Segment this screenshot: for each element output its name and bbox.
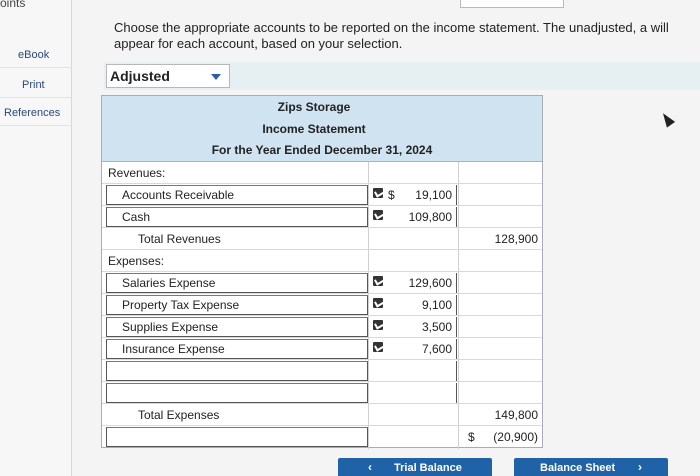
net-income-row[interactable]: $ (20,900) bbox=[102, 426, 542, 448]
dropdown-selected-value: Adjusted bbox=[110, 68, 170, 84]
total-expenses-amount: 149,800 bbox=[494, 408, 538, 422]
revenues-label: Revenues: bbox=[108, 166, 166, 180]
account-name: Supplies Expense bbox=[122, 320, 219, 334]
account-name: Insurance Expense bbox=[122, 342, 225, 356]
chevron-right-icon: › bbox=[638, 460, 642, 474]
check-icon bbox=[373, 276, 383, 286]
total-expenses-label: Total Expenses bbox=[138, 408, 220, 422]
sidebar: oints eBook Print References bbox=[0, 0, 72, 476]
account-name: Property Tax Expense bbox=[122, 298, 240, 312]
check-icon bbox=[373, 320, 383, 330]
total-revenues-amount: 128,900 bbox=[494, 232, 538, 246]
company-name: Zips Storage bbox=[277, 100, 351, 114]
net-amount: (20,900) bbox=[493, 430, 538, 444]
adjusted-dropdown[interactable]: Adjusted bbox=[106, 64, 230, 88]
total-expenses-row: Total Expenses 149,800 bbox=[102, 404, 542, 426]
table-row[interactable] bbox=[102, 360, 542, 382]
table-row[interactable]: Insurance Expense 7,600 bbox=[102, 338, 542, 360]
amount-cell: 3,500 bbox=[421, 320, 452, 334]
statement-title: Income Statement bbox=[262, 122, 366, 136]
sidebar-item-print[interactable]: Print bbox=[0, 72, 72, 98]
amount-cell: 7,600 bbox=[421, 342, 452, 356]
amount-cell: 19,100 bbox=[415, 188, 452, 202]
expenses-header-row: Expenses: bbox=[102, 250, 542, 272]
total-revenues-label: Total Revenues bbox=[138, 232, 221, 246]
account-name: Cash bbox=[122, 210, 151, 224]
amount-cell-box bbox=[383, 361, 457, 381]
total-revenues-row: Total Revenues 128,900 bbox=[102, 228, 542, 250]
amount-cell-box bbox=[383, 383, 457, 403]
amount-cell: 109,800 bbox=[408, 210, 452, 224]
check-icon bbox=[373, 298, 383, 308]
sidebar-item-references[interactable]: References bbox=[0, 100, 72, 126]
instructions-text: Choose the appropriate accounts to be re… bbox=[114, 20, 669, 51]
points-label: oints bbox=[0, 0, 26, 10]
revenues-header-row: Revenues: bbox=[102, 162, 542, 184]
table-row[interactable]: Supplies Expense 3,500 bbox=[102, 316, 542, 338]
trial-balance-button[interactable]: ‹ Trial Balance bbox=[338, 458, 492, 476]
top-tab-placeholder bbox=[460, 0, 564, 8]
table-row[interactable]: Salaries Expense 129,600 bbox=[102, 272, 542, 294]
trial-balance-label: Trial Balance bbox=[394, 462, 462, 474]
statement-header: Zips Storage Income Statement For the Ye… bbox=[102, 96, 542, 162]
table-row[interactable]: Cash 109,800 bbox=[102, 206, 542, 228]
check-icon bbox=[373, 342, 383, 352]
income-statement-table: Zips Storage Income Statement For the Ye… bbox=[101, 95, 543, 449]
account-select[interactable] bbox=[106, 361, 368, 381]
balance-sheet-label: Balance Sheet bbox=[540, 462, 616, 474]
mouse-cursor-icon bbox=[658, 110, 676, 128]
account-select[interactable] bbox=[106, 427, 368, 447]
account-name: Accounts Receivable bbox=[122, 188, 235, 202]
sidebar-item-ebook[interactable]: eBook bbox=[0, 42, 72, 68]
check-icon bbox=[373, 210, 383, 220]
table-row[interactable]: Accounts Receivable $ 19,100 bbox=[102, 184, 542, 206]
chevron-left-icon: ‹ bbox=[368, 460, 372, 474]
chevron-down-icon bbox=[211, 74, 221, 80]
balance-sheet-button[interactable]: Balance Sheet › bbox=[514, 458, 668, 476]
statement-period: For the Year Ended December 31, 2024 bbox=[211, 143, 433, 157]
account-select[interactable] bbox=[106, 383, 368, 403]
check-icon bbox=[373, 188, 383, 198]
amount-cell: 129,600 bbox=[408, 276, 452, 290]
table-row[interactable]: Property Tax Expense 9,100 bbox=[102, 294, 542, 316]
amount-cell: 9,100 bbox=[421, 298, 452, 312]
table-row[interactable] bbox=[102, 382, 542, 404]
account-name: Salaries Expense bbox=[122, 276, 216, 290]
expenses-label: Expenses: bbox=[108, 254, 165, 268]
